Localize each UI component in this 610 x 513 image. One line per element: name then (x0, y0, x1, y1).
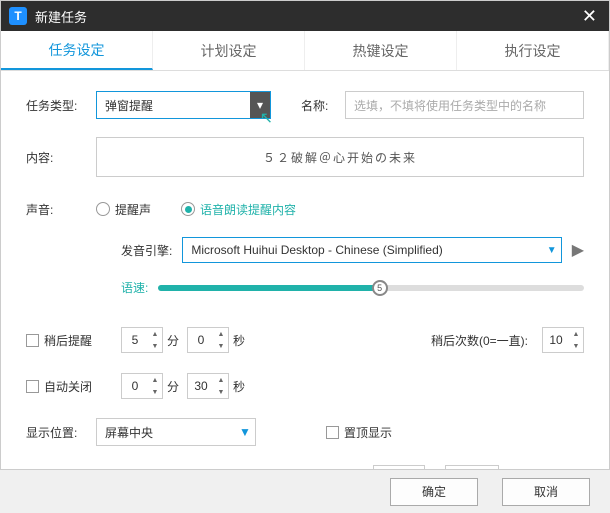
delay-sec-value: 0 (188, 333, 214, 347)
delay-count-label: 稍后次数(0=一直): (431, 332, 528, 349)
tab-execute[interactable]: 执行设定 (457, 31, 609, 70)
radio-beep[interactable]: 提醒声 (96, 201, 151, 218)
engine-label: 发音引擎: (121, 242, 172, 259)
delay-checkbox[interactable]: 稍后提醒 (26, 332, 121, 349)
play-icon[interactable]: ▶ (572, 240, 584, 260)
checkbox-box (26, 334, 39, 347)
position-combo[interactable]: 屏幕中央 ▼ (96, 418, 256, 446)
content-input[interactable]: ５２破解＠心开始の未来 (96, 137, 584, 177)
checkbox-box (326, 426, 339, 439)
tab-task[interactable]: 任务设定 (1, 31, 153, 70)
slider-thumb[interactable]: 5 (372, 280, 388, 296)
autoclose-sec-value: 30 (188, 379, 214, 393)
spin-up-icon[interactable]: ▲ (148, 374, 162, 386)
delay-check-label: 稍后提醒 (44, 332, 92, 349)
delay-min-value: 5 (122, 333, 148, 347)
task-type-label: 任务类型: (26, 97, 96, 114)
chevron-down-icon[interactable]: ▾ (250, 92, 270, 118)
radio-dot (181, 202, 195, 216)
radio-beep-label: 提醒声 (115, 201, 151, 218)
radio-tts[interactable]: 语音朗读提醒内容 (181, 201, 296, 218)
app-logo: T (9, 7, 27, 25)
spin-down-icon[interactable]: ▼ (214, 340, 228, 352)
sec-unit: 秒 (233, 332, 245, 349)
radio-dot (96, 202, 110, 216)
slider-fill (158, 285, 379, 291)
tab-hotkey[interactable]: 热键设定 (305, 31, 457, 70)
spin-down-icon[interactable]: ▼ (148, 386, 162, 398)
delay-min-spinner[interactable]: 5 ▲▼ (121, 327, 163, 353)
tab-schedule[interactable]: 计划设定 (153, 31, 305, 70)
spin-up-icon[interactable]: ▲ (569, 328, 583, 340)
min-unit: 分 (167, 378, 179, 395)
name-placeholder: 选填，不填将使用任务类型中的名称 (354, 97, 546, 114)
spin-up-icon[interactable]: ▲ (214, 328, 228, 340)
chevron-down-icon[interactable]: ▼ (547, 245, 557, 256)
name-label: 名称: (301, 97, 345, 114)
sec-unit: 秒 (233, 378, 245, 395)
task-type-combo[interactable]: 弹窗提醒 ▾ ↖ (96, 91, 271, 119)
autoclose-check-label: 自动关闭 (44, 378, 92, 395)
ok-button[interactable]: 确定 (390, 478, 478, 506)
spin-down-icon[interactable]: ▼ (214, 386, 228, 398)
spin-down-icon[interactable]: ▼ (148, 340, 162, 352)
close-icon[interactable]: ✕ (578, 6, 601, 27)
content-value: ５２破解＠心开始の未来 (263, 149, 417, 166)
autoclose-sec-spinner[interactable]: 30 ▲▼ (187, 373, 229, 399)
delay-count-spinner[interactable]: 10 ▲▼ (542, 327, 584, 353)
min-unit: 分 (167, 332, 179, 349)
ontop-label: 置顶显示 (344, 424, 392, 441)
spin-up-icon[interactable]: ▲ (214, 374, 228, 386)
task-type-value: 弹窗提醒 (105, 97, 153, 114)
autoclose-checkbox[interactable]: 自动关闭 (26, 378, 121, 395)
spin-up-icon[interactable]: ▲ (148, 328, 162, 340)
cancel-button[interactable]: 取消 (502, 478, 590, 506)
delay-count-value: 10 (543, 333, 569, 347)
position-label: 显示位置: (26, 424, 96, 441)
autoclose-min-value: 0 (122, 379, 148, 393)
sound-label: 声音: (26, 201, 96, 218)
checkbox-box (26, 380, 39, 393)
tab-bar: 任务设定 计划设定 热键设定 执行设定 (1, 31, 609, 71)
ontop-checkbox[interactable]: 置顶显示 (326, 424, 392, 441)
position-value: 屏幕中央 (105, 424, 153, 441)
radio-tts-label: 语音朗读提醒内容 (200, 201, 296, 218)
speed-slider[interactable]: 5 (158, 285, 584, 291)
name-input[interactable]: 选填，不填将使用任务类型中的名称 (345, 91, 584, 119)
engine-value: Microsoft Huihui Desktop - Chinese (Simp… (191, 243, 442, 257)
delay-sec-spinner[interactable]: 0 ▲▼ (187, 327, 229, 353)
content-label: 内容: (26, 149, 96, 166)
autoclose-min-spinner[interactable]: 0 ▲▼ (121, 373, 163, 399)
spin-down-icon[interactable]: ▼ (569, 340, 583, 352)
chevron-down-icon[interactable]: ▼ (235, 419, 255, 445)
window-title: 新建任务 (35, 7, 578, 26)
speed-label: 语速: (121, 279, 148, 296)
engine-combo[interactable]: Microsoft Huihui Desktop - Chinese (Simp… (182, 237, 561, 263)
